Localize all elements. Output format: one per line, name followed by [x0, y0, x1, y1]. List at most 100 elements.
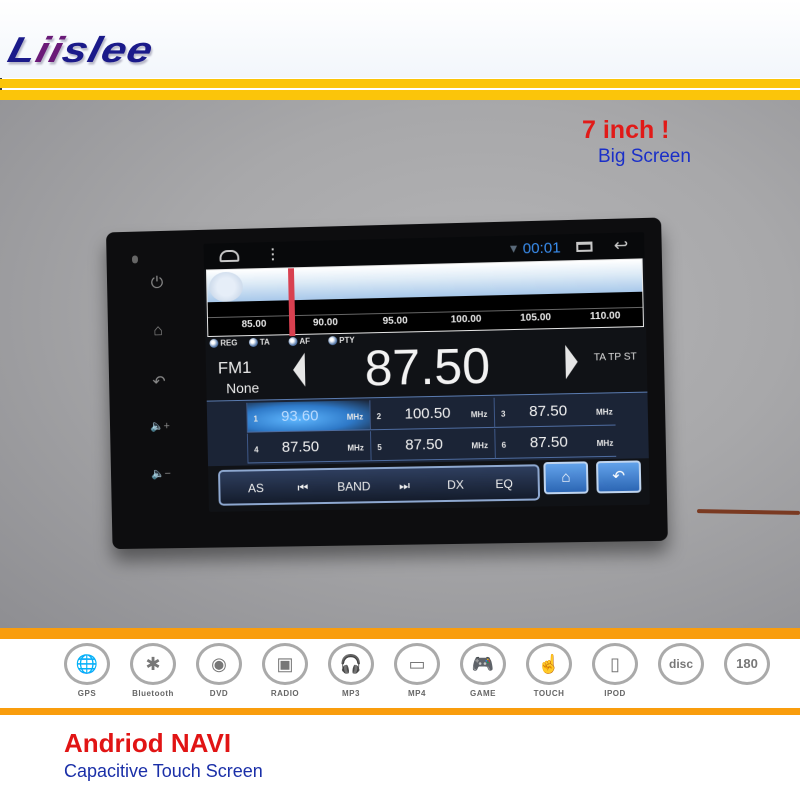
seek-up-arrow-icon[interactable]	[565, 344, 579, 380]
yellow-stripe	[0, 79, 800, 88]
control-bar: AS ⏮ BAND ⏭ DX EQ	[218, 464, 541, 506]
brand-logo: Liislee	[3, 30, 158, 71]
preset-1[interactable]: 1 93.60 MHz	[246, 400, 370, 433]
volume-up-icon[interactable]: 🔈+	[149, 419, 171, 432]
footer: Andriod NAVI Capacitive Touch Screen	[0, 715, 800, 800]
gamepad-icon: 🎮	[460, 643, 506, 685]
preset-number: 1	[253, 414, 259, 424]
home-icon[interactable]: ⌂	[147, 322, 169, 340]
feature-180w: 180	[718, 643, 776, 685]
volume-down-icon[interactable]: 🔈−	[150, 467, 172, 480]
feature-label: TOUCH	[533, 689, 565, 698]
option-pty[interactable]: PTY	[328, 336, 355, 346]
feature-disc: disc	[652, 643, 710, 685]
feature-label: MP3	[342, 689, 360, 698]
feature-label: DVD	[209, 689, 229, 698]
preset-unit: MHz	[471, 441, 489, 451]
option-reg[interactable]: REG	[209, 338, 238, 349]
preset-frequency: 93.60	[281, 407, 319, 426]
android-home-icon[interactable]	[219, 249, 240, 263]
feature-radio: ▣ RADIO	[256, 643, 314, 698]
headphones-icon: 🎧	[328, 643, 374, 685]
head-unit: ⏻ ⌂ ↶ 🔈+ 🔈− · · · ▼ 00:01 ↩ 85.00 90.00 95…	[106, 217, 668, 550]
feature-bluetooth: ✱ Bluetooth	[124, 643, 182, 698]
disc-icon: ◉	[196, 643, 242, 685]
preset-unit: MHz	[347, 443, 364, 453]
power-180w-icon: 180	[724, 643, 770, 685]
preset-grid: 1 93.60 MHz 2 100.50 MHz 3 87.50 MHz 4 8…	[206, 391, 649, 467]
station-name: None	[226, 379, 260, 397]
feature-label: RADIO	[270, 689, 300, 698]
preset-frequency: 100.50	[404, 404, 451, 423]
preset-5[interactable]: 5 87.50 MHz	[369, 428, 495, 462]
back-icon[interactable]: ↶	[148, 372, 170, 392]
wifi-icon: ▼	[507, 241, 520, 256]
tuner-divider	[207, 306, 643, 319]
radio-dot-icon	[209, 339, 219, 349]
tuner-scale[interactable]: 85.00 90.00 95.00 100.00 105.00 110.00	[205, 258, 645, 338]
recent-apps-icon[interactable]	[576, 241, 593, 253]
preset-frequency: 87.50	[281, 438, 320, 456]
preset-number: 4	[254, 445, 259, 455]
home-icon: ⌂	[561, 468, 571, 486]
previous-icon[interactable]: ⏮	[297, 480, 308, 495]
radio-dot-icon	[328, 336, 338, 346]
preset-unit: MHz	[470, 409, 488, 420]
scale-label: 90.00	[312, 317, 338, 329]
android-back-icon[interactable]: ↩	[614, 236, 629, 257]
touch-hand-icon: ☝	[526, 643, 572, 685]
clock: 00:01	[522, 239, 561, 258]
preset-6[interactable]: 6 87.50 MHz	[494, 426, 617, 460]
cable	[696, 509, 800, 515]
feature-mp3: 🎧 MP3	[322, 643, 380, 698]
yellow-stripe	[0, 90, 800, 100]
radio-icon: ▣	[262, 643, 308, 685]
preset-number: 6	[501, 440, 507, 450]
scale-label: 110.00	[589, 310, 621, 323]
scale-label: 95.00	[382, 315, 408, 328]
band-label: FM1	[217, 357, 252, 378]
feature-touch: ☝ TOUCH	[520, 643, 578, 698]
preset-number: 2	[376, 412, 382, 422]
option-ta[interactable]: TA	[248, 338, 270, 348]
promo-headline: 7 inch !	[582, 116, 670, 144]
feature-label: GAME	[470, 689, 496, 698]
preset-3[interactable]: 3 87.50 MHz	[493, 395, 616, 428]
seek-down-arrow-icon[interactable]	[292, 352, 306, 387]
scale-label: 85.00	[241, 318, 267, 331]
preset-4[interactable]: 4 87.50 MHz	[246, 431, 371, 464]
preset-number: 5	[377, 443, 382, 453]
return-button[interactable]: ↶	[596, 460, 642, 494]
power-icon[interactable]: ⏻	[146, 274, 168, 292]
menu-icon[interactable]: · · ·	[271, 241, 276, 267]
header: Liislee	[0, 0, 800, 78]
video-player-icon: ▭	[394, 643, 440, 685]
scale-label: 105.00	[520, 312, 552, 324]
feature-label: GPS	[77, 689, 97, 698]
preset-unit: MHz	[596, 438, 614, 449]
autostore-button[interactable]: AS	[248, 481, 264, 495]
dx-button[interactable]: DX	[447, 478, 464, 492]
feature-label: MP4	[408, 689, 426, 698]
option-af[interactable]: AF	[288, 337, 310, 347]
rds-flags: TA TP ST	[593, 351, 637, 364]
preset-number: 3	[500, 409, 506, 419]
band-button[interactable]: BAND	[337, 479, 371, 494]
feature-ipod: ▯ IPOD	[586, 643, 644, 698]
radio-dot-icon	[248, 338, 258, 348]
return-icon: ↶	[612, 467, 626, 486]
preset-frequency: 87.50	[528, 402, 568, 421]
globe-icon: 🌐	[64, 643, 110, 685]
footer-subtitle: Capacitive Touch Screen	[64, 761, 263, 781]
features-strip: 🌐 GPS ✱ Bluetooth ◉ DVD ▣ RADIO 🎧 MP3 ▭ MP4 🎮 G…	[0, 639, 800, 711]
frequency-display: 87.50	[364, 337, 491, 397]
preset-2[interactable]: 2 100.50 MHz	[369, 397, 495, 431]
scale-label: 100.00	[450, 313, 482, 326]
radio-screen: · · · ▼ 00:01 ↩ 85.00 90.00 95.00 100.00 1…	[203, 232, 650, 512]
feature-gps: 🌐 GPS	[58, 643, 116, 698]
orange-stripe	[0, 628, 800, 639]
eq-button[interactable]: EQ	[495, 477, 513, 491]
next-icon[interactable]: ⏭	[399, 479, 410, 494]
feature-game: 🎮 GAME	[454, 643, 512, 698]
home-button[interactable]: ⌂	[543, 461, 589, 495]
